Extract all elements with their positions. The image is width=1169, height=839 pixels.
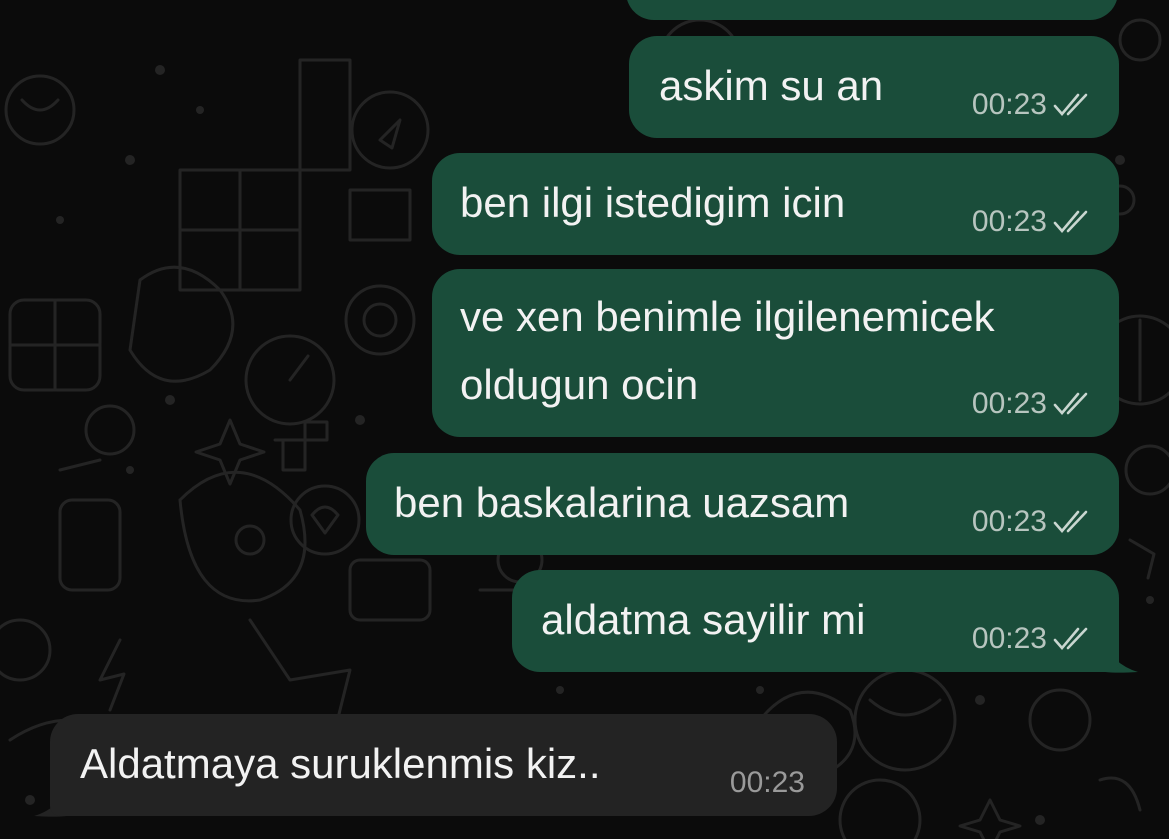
message-meta: 00:23	[972, 205, 1093, 239]
message-bubble-outgoing[interactable]: ben baskalarina uazsam 00:23	[366, 453, 1119, 555]
read-double-check-icon	[1053, 210, 1088, 233]
message-text-line-2: oldugun ocin	[460, 361, 699, 408]
read-double-check-icon	[1053, 627, 1088, 650]
chat-conversation: askim su an 00:23 ben ilgi istedigim ici…	[0, 0, 1169, 839]
read-double-check-icon	[1053, 392, 1088, 415]
read-double-check-icon	[1053, 510, 1088, 533]
message-time: 00:23	[971, 622, 1047, 655]
message-meta: 00:23	[972, 505, 1093, 539]
message-time: 00:23	[971, 505, 1047, 538]
message-bubble-outgoing[interactable]: ve xen benimle ilgilenemicek oldugun oci…	[432, 269, 1119, 437]
message-meta: 00:23	[972, 622, 1093, 656]
message-bubble-outgoing[interactable]: askim su an 00:23	[629, 36, 1119, 138]
read-double-check-icon	[1053, 93, 1088, 116]
message-time: 00:23	[971, 88, 1047, 121]
message-text: ben baskalarina uazsam	[394, 479, 850, 526]
message-bubble-outgoing[interactable]: ben ilgi istedigim icin 00:23	[432, 153, 1119, 255]
message-text: askim su an	[659, 62, 884, 109]
message-text: aldatma sayilir mi	[541, 596, 866, 643]
message-bubble-outgoing[interactable]: aldatma sayilir mi 00:23	[512, 570, 1119, 672]
message-bubble-partial[interactable]	[626, 0, 1118, 20]
message-time: 00:23	[971, 387, 1047, 420]
message-text-line-1: ve xen benimle ilgilenemicek	[460, 293, 995, 340]
message-meta: 00:23	[972, 88, 1093, 122]
message-bubble-incoming[interactable]: Aldatmaya suruklenmis kiz.. 00:23	[50, 714, 837, 816]
message-text: Aldatmaya suruklenmis kiz..	[80, 740, 601, 787]
message-text: ben ilgi istedigim icin	[460, 179, 846, 226]
message-time: 00:23	[971, 205, 1047, 238]
message-time: 00:23	[729, 766, 805, 799]
message-meta: 00:23	[730, 766, 805, 800]
message-meta: 00:23	[972, 387, 1093, 421]
